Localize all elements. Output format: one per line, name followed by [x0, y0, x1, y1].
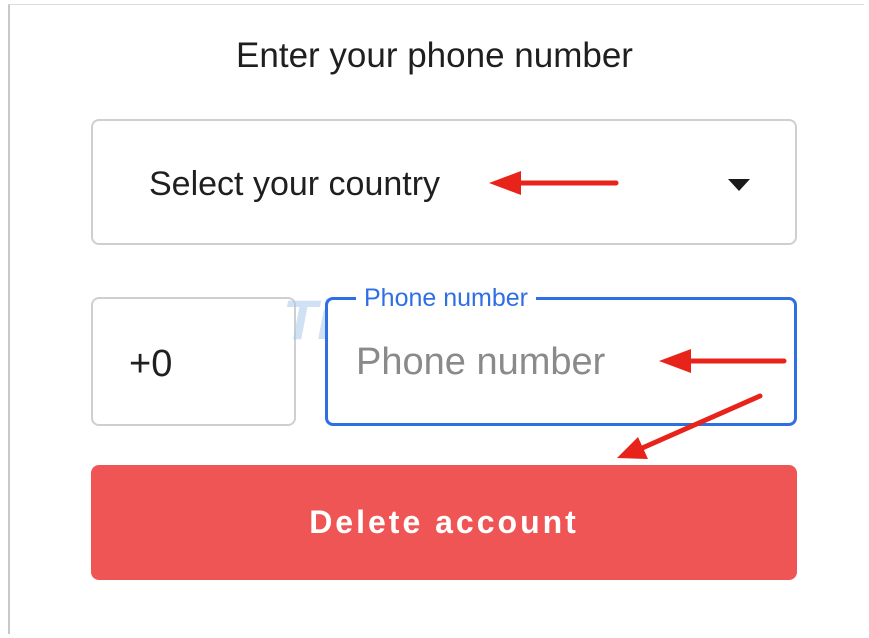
page-title: Enter your phone number [236, 36, 633, 75]
phone-number-floating-label: Phone number [356, 283, 537, 313]
country-code-value: +0 [129, 343, 173, 385]
phone-number-field[interactable]: Phone number [325, 283, 797, 426]
country-select[interactable]: Select your country [91, 119, 797, 245]
country-code-box[interactable]: +0 [91, 297, 296, 426]
delete-account-button[interactable]: Delete account [91, 465, 797, 580]
country-select-label: Select your country [149, 165, 441, 203]
phone-number-input[interactable] [356, 332, 756, 392]
caret-down-icon [728, 179, 750, 191]
